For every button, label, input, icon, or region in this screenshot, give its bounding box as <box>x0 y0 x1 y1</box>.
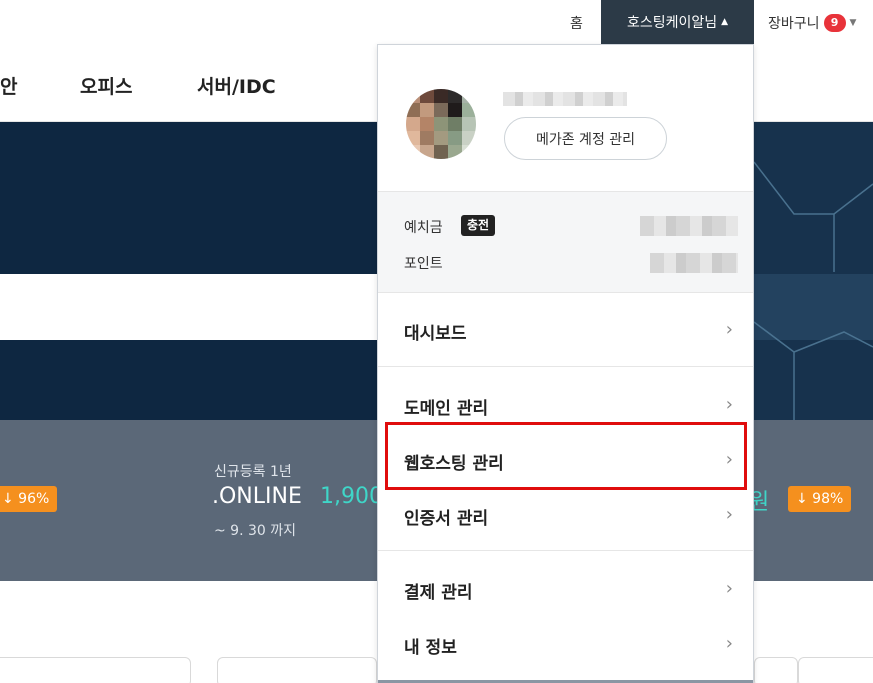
top-utility-bar: 홈 호스팅케이알님 ▲ 장바구니 9 ▼ <box>0 0 873 44</box>
nav-item-server-idc[interactable]: 서버/IDC <box>197 72 276 99</box>
menu-item-label: 대시보드 <box>404 324 467 344</box>
cart-count-badge: 9 <box>823 14 846 32</box>
promo-until: ~ 9. 30 까지 <box>214 523 297 539</box>
caret-up-icon: ▲ <box>721 17 729 27</box>
chevron-right-icon: › <box>725 319 733 340</box>
user-menu-toggle[interactable]: 호스팅케이알님 ▲ <box>601 0 754 44</box>
points-label: 포인트 <box>404 256 443 272</box>
chevron-right-icon: › <box>725 504 733 525</box>
hexagon-pattern-decoration <box>754 122 873 420</box>
chevron-right-icon: › <box>725 394 733 415</box>
points-value-redacted <box>650 253 738 273</box>
deposit-value-redacted <box>640 216 738 236</box>
menu-item-label: 도메인 관리 <box>404 399 489 419</box>
discount-badge-right: ↓ 98% <box>788 486 852 512</box>
chevron-right-icon: › <box>725 578 733 599</box>
user-name: 호스팅케이알님 <box>626 15 718 31</box>
menu-item-label: 인증서 관리 <box>404 509 489 529</box>
avatar <box>406 89 476 159</box>
menu-divider <box>378 550 753 551</box>
discount-badge-left: ↓ 96% <box>0 486 58 512</box>
promo-price: 1,900 <box>320 484 383 509</box>
cart-label: 장바구니 <box>768 16 820 32</box>
menu-item-payment-management[interactable]: 결제 관리 › <box>378 562 753 616</box>
menu-item-label: 내 정보 <box>404 638 457 658</box>
menu-item-label: 결제 관리 <box>404 583 473 603</box>
username-redacted <box>503 92 627 106</box>
chevron-right-icon: › <box>725 633 733 654</box>
promo-tld[interactable]: .ONLINE <box>212 484 302 509</box>
menu-divider <box>378 366 753 367</box>
home-link[interactable]: 홈 <box>570 13 583 33</box>
cart-link[interactable]: 장바구니 9 ▼ <box>768 13 856 33</box>
nav-item-office[interactable]: 오피스 <box>80 72 132 99</box>
menu-item-certificate-management[interactable]: 인증서 관리 › <box>378 488 753 542</box>
content-card-3[interactable] <box>754 657 798 683</box>
caret-down-icon: ▼ <box>849 18 857 28</box>
content-card-2[interactable] <box>217 657 377 683</box>
charge-button[interactable]: 충전 <box>461 215 496 236</box>
account-manage-button[interactable]: 메가존 계정 관리 <box>504 117 667 160</box>
content-card-4[interactable] <box>798 657 873 683</box>
profile-section: 메가존 계정 관리 <box>378 45 753 191</box>
deposit-label: 예치금 <box>404 220 443 236</box>
menu-item-dashboard[interactable]: 대시보드 › <box>378 303 753 357</box>
content-card-1[interactable] <box>0 657 191 683</box>
balance-section: 예치금 충전 포인트 <box>378 191 753 293</box>
nav-item-security[interactable]: 안 <box>0 72 17 99</box>
promo-subtitle: 신규등록 1년 <box>214 464 292 480</box>
user-dropdown-menu: 메가존 계정 관리 예치금 충전 포인트 대시보드 › 도메인 관리 › 웹호스… <box>377 44 754 683</box>
menu-item-my-info[interactable]: 내 정보 › <box>378 617 753 671</box>
highlight-box <box>385 422 747 490</box>
